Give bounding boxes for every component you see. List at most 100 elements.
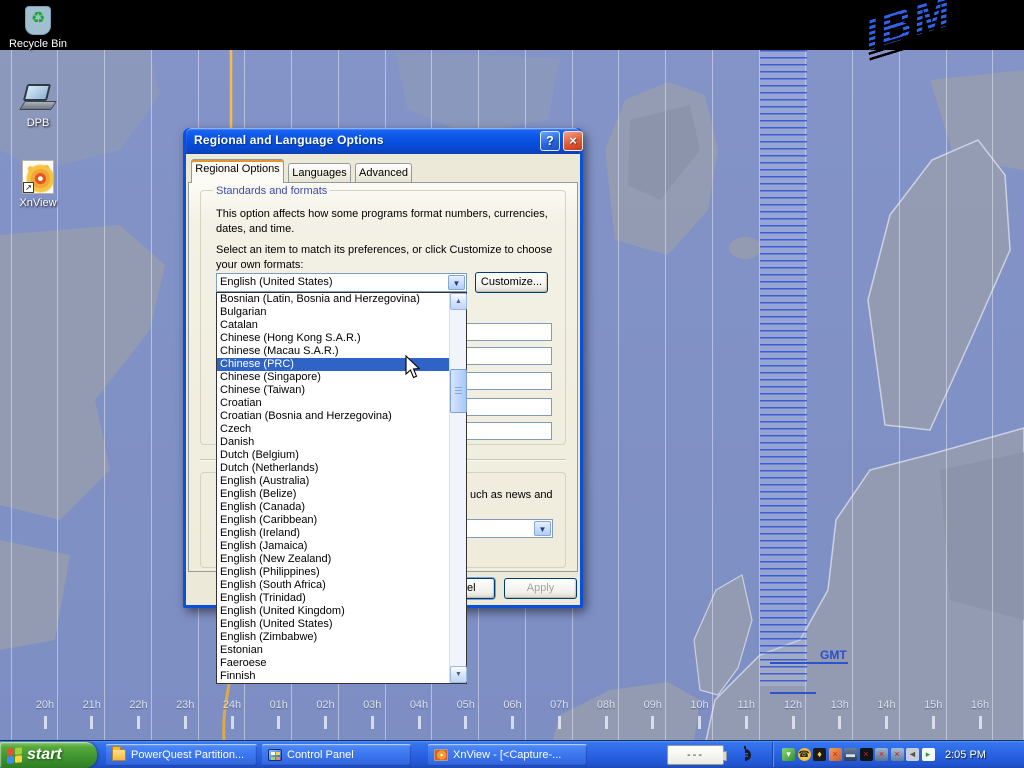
timezone-tick: [464, 716, 467, 729]
pc-disconnected-tray-icon[interactable]: ×: [875, 748, 888, 761]
language-option[interactable]: Chinese (Taiwan): [217, 384, 449, 397]
language-option[interactable]: Faeroese: [217, 657, 449, 670]
folder-icon: [112, 749, 126, 761]
timezone-tick: [511, 716, 514, 729]
language-option[interactable]: Croatian: [217, 397, 449, 410]
battery-meter[interactable]: ---: [667, 745, 724, 765]
timezone-label: 12h: [777, 699, 809, 711]
language-option[interactable]: Croatian (Bosnia and Herzegovina): [217, 410, 449, 423]
timezone-line: [618, 50, 619, 740]
language-option[interactable]: English (Ireland): [217, 527, 449, 540]
dialog-titlebar[interactable]: Regional and Language Options ? ×: [186, 128, 580, 154]
timezone-label: 20h: [29, 699, 61, 711]
language-option[interactable]: Estonian: [217, 644, 449, 657]
language-option[interactable]: English (Jamaica): [217, 540, 449, 553]
taskbar-window-button[interactable]: XnView - [<Capture-...: [428, 744, 587, 766]
language-option[interactable]: Dutch (Belgium): [217, 449, 449, 462]
scrollbar-thumb[interactable]: [450, 369, 467, 413]
help-button[interactable]: ?: [540, 131, 560, 151]
language-option[interactable]: Chinese (Hong Kong S.A.R.): [217, 332, 449, 345]
language-option[interactable]: English (United Kingdom): [217, 605, 449, 618]
language-option[interactable]: Czech: [217, 423, 449, 436]
format-combobox[interactable]: English (United States) ▼: [216, 273, 467, 292]
scroll-down-button[interactable]: ▼: [450, 666, 467, 683]
power-meter-tray-icon[interactable]: ♦: [813, 748, 826, 761]
timezone-tick: [90, 716, 93, 729]
ac-power-plug-icon[interactable]: [736, 746, 754, 764]
timezone-tick: [184, 716, 187, 729]
taskbar-clock[interactable]: 2:05 PM: [945, 749, 986, 761]
close-button[interactable]: ×: [563, 131, 583, 151]
desktop-icon-xnview[interactable]: ↗ XnView: [2, 160, 74, 209]
signal-blocked-tray-icon[interactable]: ×: [860, 748, 873, 761]
select-hint-text: Select an item to match its preferences,…: [216, 243, 561, 273]
scroll-up-button[interactable]: ▲: [450, 293, 467, 310]
tab-regional-options[interactable]: Regional Options: [191, 159, 284, 183]
start-button[interactable]: start: [0, 742, 97, 768]
timezone-label: 21h: [76, 699, 108, 711]
language-option[interactable]: English (Belize): [217, 488, 449, 501]
timezone-tick: [979, 716, 982, 729]
language-option[interactable]: Finnish: [217, 670, 449, 683]
language-option[interactable]: English (United States): [217, 618, 449, 631]
timezone-line: [151, 50, 152, 740]
timezone-tick: [44, 716, 47, 729]
language-option[interactable]: English (Trinidad): [217, 592, 449, 605]
timezone-label: 10h: [684, 699, 716, 711]
timezone-line: [852, 50, 853, 740]
taskbar-window-button[interactable]: PowerQuest Partition...: [106, 744, 257, 766]
mouse-cursor: [404, 355, 424, 381]
xnview-icon: ↗: [22, 160, 54, 194]
language-option[interactable]: Catalan: [217, 319, 449, 332]
language-option[interactable]: English (Caribbean): [217, 514, 449, 527]
timezone-line: [104, 50, 105, 740]
volume-tray-icon[interactable]: ◄: [906, 748, 919, 761]
timezone-label: 08h: [590, 699, 622, 711]
chevron-down-icon[interactable]: ▼: [534, 521, 551, 536]
timezone-tick: [558, 716, 561, 729]
customize-button[interactable]: Customize...: [475, 272, 548, 293]
timezone-line: [992, 50, 993, 740]
taskbar-window-button[interactable]: Control Panel: [262, 744, 411, 766]
timezone-tick: [605, 716, 608, 729]
language-option[interactable]: Danish: [217, 436, 449, 449]
display-tray-icon[interactable]: ▸: [922, 748, 935, 761]
timezone-label: 15h: [917, 699, 949, 711]
language-option[interactable]: English (South Africa): [217, 579, 449, 592]
network-tray-icon[interactable]: ▬: [844, 748, 857, 761]
timezone-tick: [371, 716, 374, 729]
tab-languages[interactable]: Languages: [288, 163, 351, 182]
dialog-title: Regional and Language Options: [194, 133, 384, 147]
desktop-icon-label: XnView: [2, 197, 74, 209]
timezone-label: 13h: [824, 699, 856, 711]
wireless-off-tray-icon[interactable]: ×: [891, 748, 904, 761]
phone-tray-icon[interactable]: ☎: [798, 748, 811, 761]
language-option[interactable]: Bulgarian: [217, 306, 449, 319]
language-option[interactable]: Dutch (Netherlands): [217, 462, 449, 475]
desktop-icon-recycle-bin[interactable]: ♻ Recycle Bin: [2, 6, 74, 50]
tz12-marker-line: [770, 692, 816, 694]
timezone-tick: [698, 716, 701, 729]
language-option[interactable]: English (Australia): [217, 475, 449, 488]
scrollbar[interactable]: ▲ ▼: [449, 293, 466, 683]
language-options: Bosnian (Latin, Bosnia and Herzegovina)B…: [217, 293, 449, 683]
taskbar-button-label: PowerQuest Partition...: [131, 749, 244, 761]
language-option[interactable]: English (New Zealand): [217, 553, 449, 566]
control-panel-icon: [268, 749, 282, 761]
desktop-icon-dpb[interactable]: DPB: [2, 82, 74, 129]
language-option[interactable]: English (Philippines): [217, 566, 449, 579]
timezone-tick: [885, 716, 888, 729]
timezone-line: [665, 50, 666, 740]
tab-advanced[interactable]: Advanced: [355, 163, 412, 182]
language-option[interactable]: Bosnian (Latin, Bosnia and Herzegovina): [217, 293, 449, 306]
xnview-icon: [434, 749, 448, 761]
gmt-label: GMT: [820, 648, 847, 662]
offline-users-tray-icon[interactable]: ×: [829, 748, 842, 761]
language-option[interactable]: English (Canada): [217, 501, 449, 514]
timezone-tick: [745, 716, 748, 729]
taskbar-button-label: XnView - [<Capture-...: [453, 749, 561, 761]
chevron-down-icon[interactable]: ▼: [448, 275, 465, 290]
removable-hardware-tray-icon[interactable]: ▾: [782, 748, 795, 761]
language-option[interactable]: English (Zimbabwe): [217, 631, 449, 644]
timezone-tick: [792, 716, 795, 729]
